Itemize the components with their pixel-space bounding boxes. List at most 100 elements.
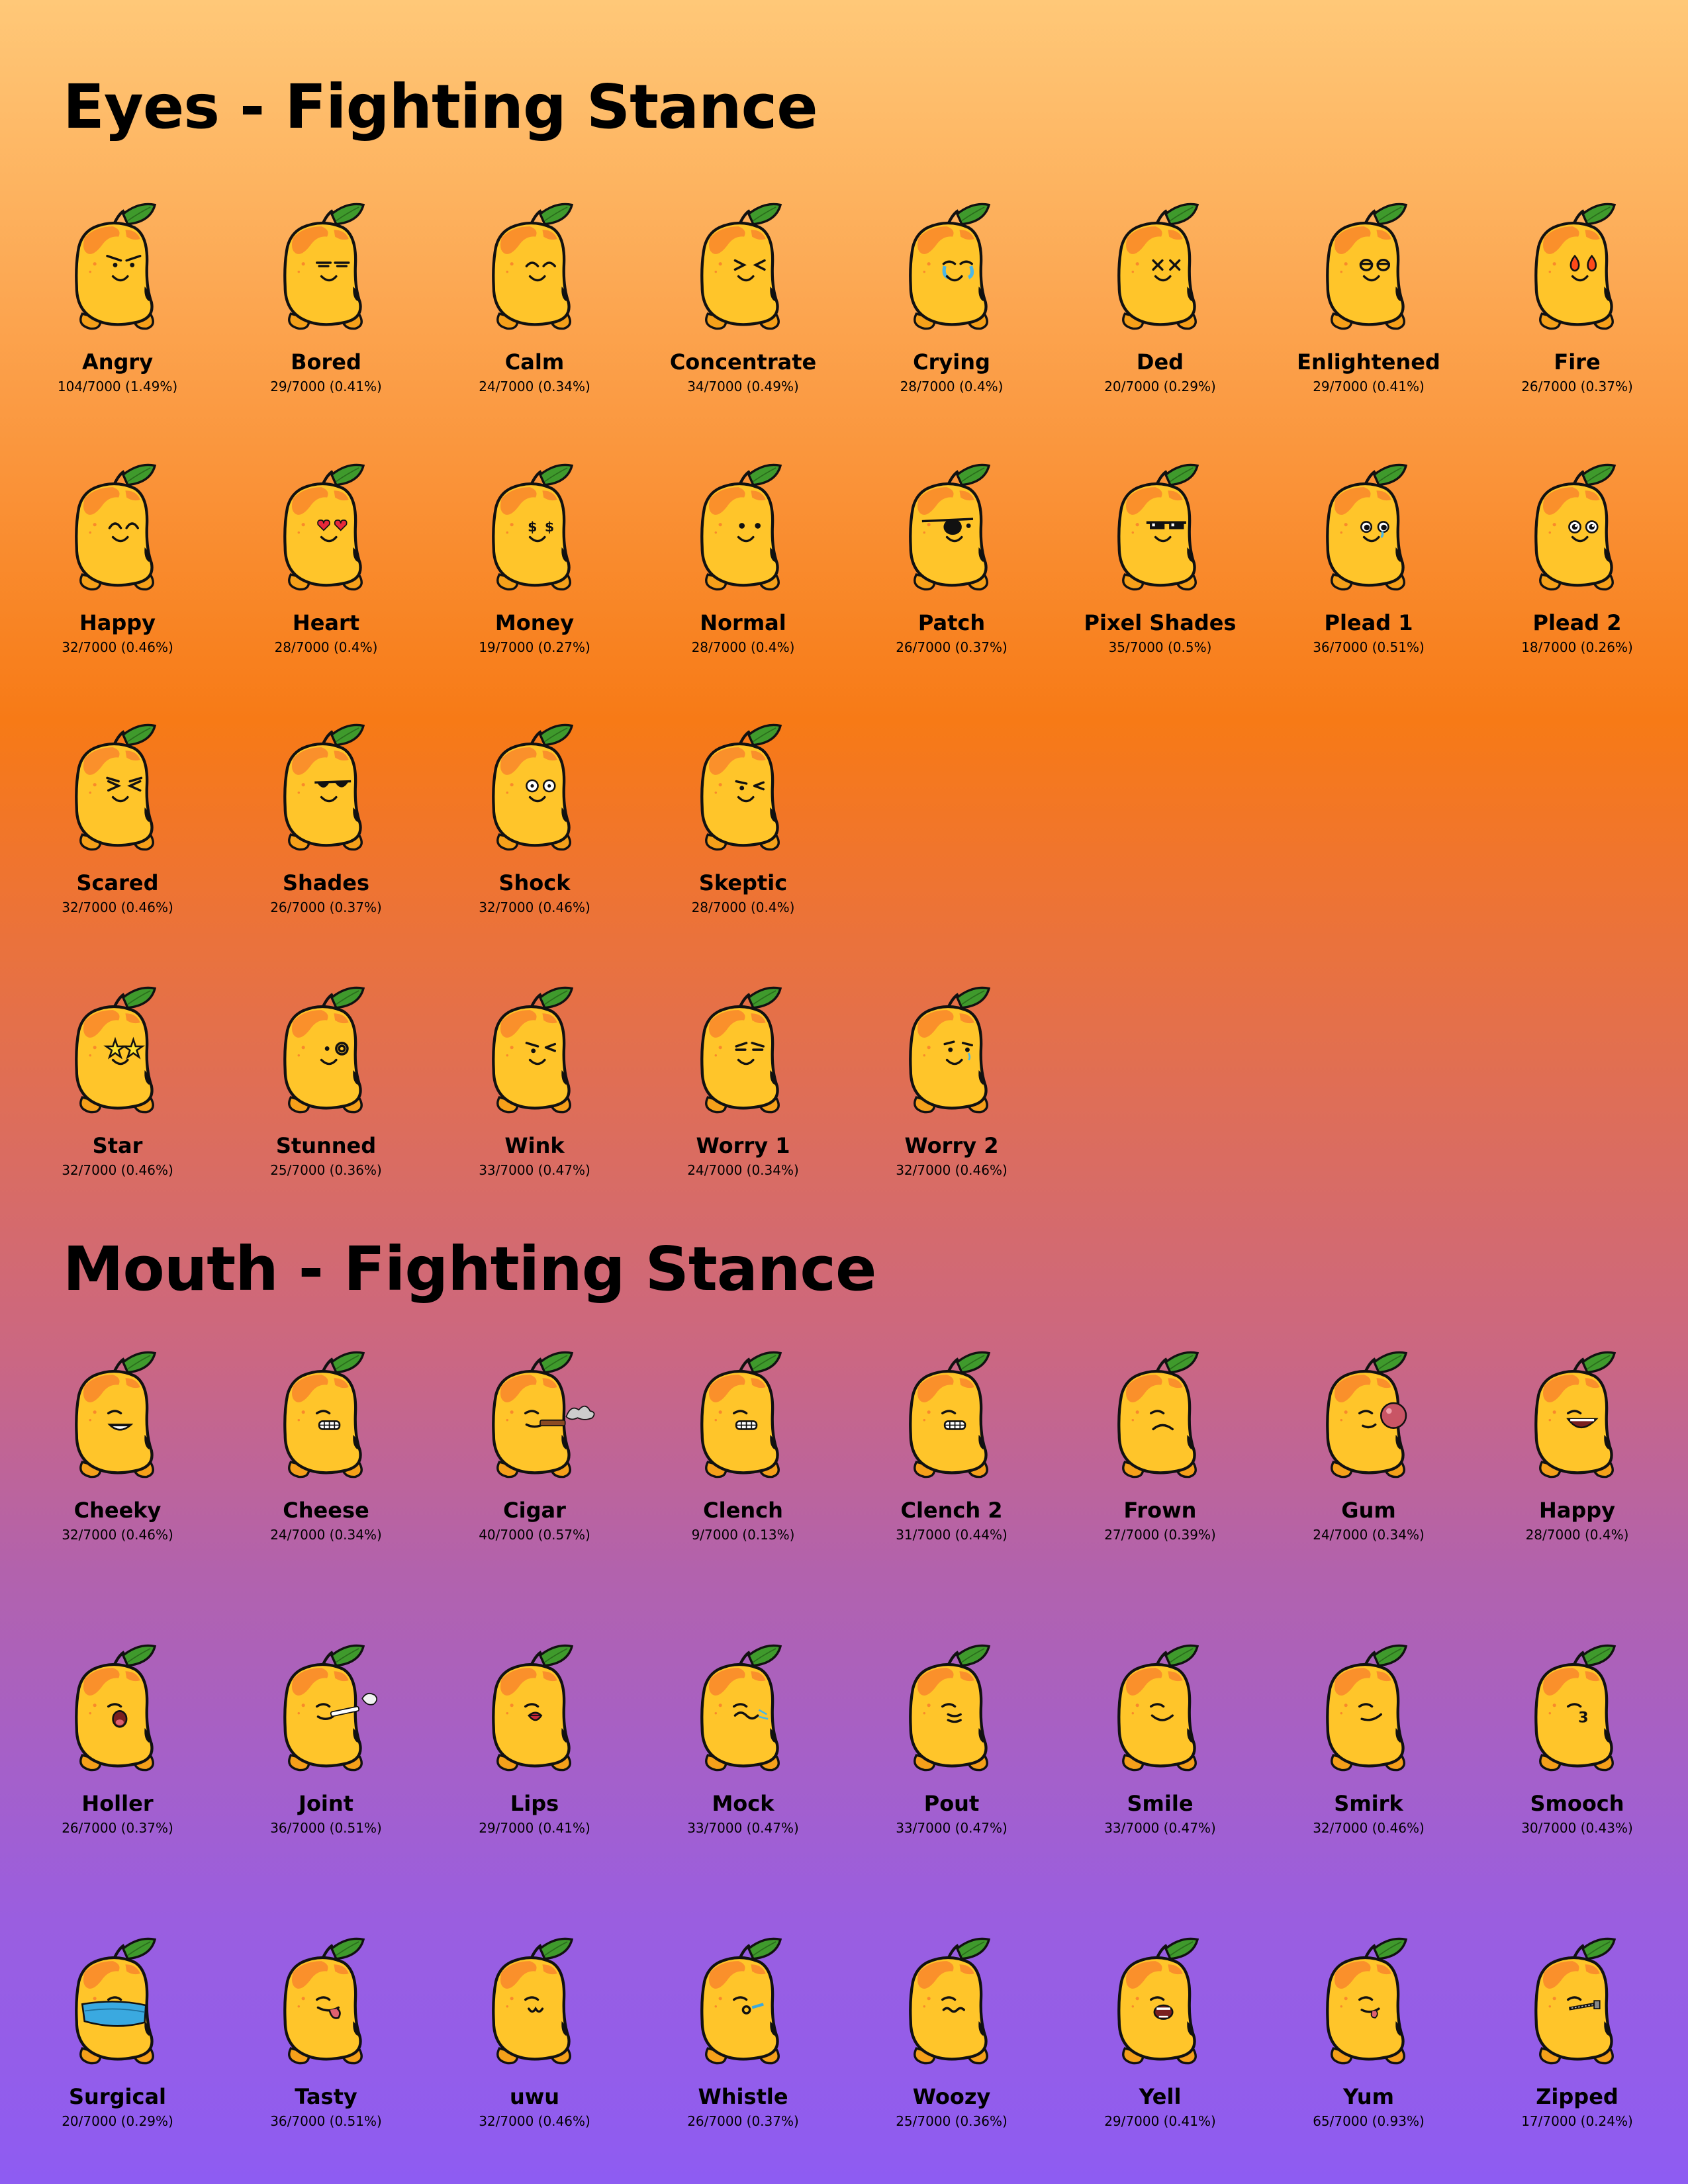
trait-name: Happy <box>79 610 156 635</box>
mango-character-icon <box>492 723 574 851</box>
trait-count: 20/7000 (0.29%) <box>62 2113 173 2129</box>
trait-name: Joint <box>299 1791 353 1816</box>
trait-count: 20/7000 (0.29%) <box>1104 379 1216 394</box>
mango-character-icon: $ $ <box>492 463 574 591</box>
trait-count: 31/7000 (0.44%) <box>896 1527 1008 1543</box>
trait-count: 33/7000 (0.47%) <box>1104 1820 1216 1836</box>
eyes-row: Happy 32/7000 (0.46%) Heart 28/7000 (0.4%)… <box>0 451 1688 663</box>
trait-card: Scared 32/7000 (0.46%) <box>13 711 222 923</box>
trait-card: $ $ Money 19/7000 (0.27%) <box>430 451 639 663</box>
trait-name: uwu <box>509 2084 560 2109</box>
trait-count: 28/7000 (0.4%) <box>691 639 795 655</box>
mango-character-icon <box>700 723 782 851</box>
trait-card: Cheeky 32/7000 (0.46%) <box>13 1339 222 1551</box>
eyes-row: Angry 104/7000 (1.49%) Bored 29/7000 (0.41… <box>0 191 1688 402</box>
trait-card: Ded 20/7000 (0.29%) <box>1056 191 1264 402</box>
trait-name: Zipped <box>1536 2084 1618 2109</box>
trait-card: Heart 28/7000 (0.4%) <box>222 451 430 663</box>
mango-character-icon <box>1326 203 1408 330</box>
trait-card: Clench 2 31/7000 (0.44%) <box>847 1339 1056 1551</box>
trait-name: Mock <box>712 1791 774 1816</box>
trait-card: Holler 26/7000 (0.37%) <box>13 1632 222 1844</box>
trait-count: 24/7000 (0.34%) <box>687 1162 799 1178</box>
trait-card: Patch 26/7000 (0.37%) <box>847 451 1056 663</box>
trait-count: 27/7000 (0.39%) <box>1104 1527 1216 1543</box>
trait-name: Happy <box>1538 1498 1616 1523</box>
trait-card: Mock 33/7000 (0.47%) <box>639 1632 847 1844</box>
trait-card: Lips 29/7000 (0.41%) <box>430 1632 639 1844</box>
trait-name: Scared <box>76 870 159 895</box>
trait-card: Whistle 26/7000 (0.37%) <box>639 1925 847 2137</box>
trait-name: Cheeky <box>73 1498 162 1523</box>
trait-card: Stunned 25/7000 (0.36%) <box>222 974 430 1186</box>
mango-character-icon <box>700 1937 782 2065</box>
trait-name: Plead 1 <box>1324 610 1413 635</box>
trait-count: 36/7000 (0.51%) <box>270 1820 382 1836</box>
trait-count: 9/7000 (0.13%) <box>691 1527 795 1543</box>
trait-count: 36/7000 (0.51%) <box>1313 639 1425 655</box>
trait-count: 24/7000 (0.34%) <box>270 1527 382 1543</box>
mango-character-icon <box>283 986 365 1114</box>
mango-character-icon <box>75 986 157 1114</box>
trait-count: 29/7000 (0.41%) <box>1104 2113 1216 2129</box>
trait-card: Crying 28/7000 (0.4%) <box>847 191 1056 402</box>
trait-count: 24/7000 (0.34%) <box>1313 1527 1425 1543</box>
trait-count: 32/7000 (0.46%) <box>479 899 590 915</box>
trait-name: Clench <box>703 1498 783 1523</box>
trait-count: 104/7000 (1.49%) <box>57 379 178 394</box>
trait-name: Whistle <box>698 2084 788 2109</box>
trait-count: 26/7000 (0.37%) <box>1521 379 1633 394</box>
trait-count: 33/7000 (0.47%) <box>687 1820 799 1836</box>
trait-count: 17/7000 (0.24%) <box>1521 2113 1633 2129</box>
trait-count: 28/7000 (0.4%) <box>1525 1527 1629 1543</box>
trait-name: Patch <box>917 610 986 635</box>
trait-count: 32/7000 (0.46%) <box>479 2113 590 2129</box>
mango-character-icon <box>1326 1937 1408 2065</box>
trait-count: 26/7000 (0.37%) <box>62 1820 173 1836</box>
trait-name: Money <box>494 610 575 635</box>
trait-count: 19/7000 (0.27%) <box>479 639 590 655</box>
trait-name: Stunned <box>275 1133 377 1158</box>
mango-character-icon <box>909 463 991 591</box>
mango-character-icon <box>1534 203 1617 330</box>
trait-count: 34/7000 (0.49%) <box>687 379 799 394</box>
trait-name: Shock <box>498 870 571 895</box>
mango-character-icon <box>1326 1351 1408 1479</box>
mango-character-icon <box>1326 1644 1408 1772</box>
trait-count: 26/7000 (0.37%) <box>687 2113 799 2129</box>
trait-count: 40/7000 (0.57%) <box>479 1527 590 1543</box>
trait-count: 32/7000 (0.46%) <box>62 1162 173 1178</box>
trait-name: Enlightened <box>1297 349 1440 375</box>
trait-name: Pout <box>923 1791 980 1816</box>
trait-count: 24/7000 (0.34%) <box>479 379 590 394</box>
trait-card: Worry 1 24/7000 (0.34%) <box>639 974 847 1186</box>
trait-card: uwu 32/7000 (0.46%) <box>430 1925 639 2137</box>
trait-name: Yell <box>1139 2084 1182 2109</box>
trait-card: Pixel Shades 35/7000 (0.5%) <box>1056 451 1264 663</box>
mouth-section-title: Mouth - Fighting Stance <box>63 1234 876 1304</box>
mango-character-icon <box>75 463 157 591</box>
mango-character-icon <box>283 1937 365 2065</box>
trait-card: Plead 1 36/7000 (0.51%) <box>1264 451 1473 663</box>
trait-count: 32/7000 (0.46%) <box>896 1162 1008 1178</box>
trait-name: Heart <box>292 610 360 635</box>
trait-name: Frown <box>1123 1498 1197 1523</box>
trait-count: 33/7000 (0.47%) <box>479 1162 590 1178</box>
trait-card: Fire 26/7000 (0.37%) <box>1473 191 1681 402</box>
mango-character-icon <box>700 463 782 591</box>
trait-card: Skeptic 28/7000 (0.4%) <box>639 711 847 923</box>
trait-count: 32/7000 (0.46%) <box>1313 1820 1425 1836</box>
trait-count: 26/7000 (0.37%) <box>896 639 1008 655</box>
trait-name: Shades <box>282 870 370 895</box>
mango-character-icon <box>75 1937 157 2065</box>
trait-card: Tasty 36/7000 (0.51%) <box>222 1925 430 2137</box>
mango-character-icon <box>75 203 157 330</box>
trait-name: Skeptic <box>698 870 788 895</box>
trait-card: Woozy 25/7000 (0.36%) <box>847 1925 1056 2137</box>
trait-card: Happy 32/7000 (0.46%) <box>13 451 222 663</box>
trait-count: 28/7000 (0.4%) <box>900 379 1004 394</box>
mango-character-icon <box>909 986 991 1114</box>
trait-card: Shades 26/7000 (0.37%) <box>222 711 430 923</box>
trait-name: Normal <box>700 610 786 635</box>
eyes-row: Scared 32/7000 (0.46%) Shades 26/7000 (0.3… <box>0 711 1688 923</box>
